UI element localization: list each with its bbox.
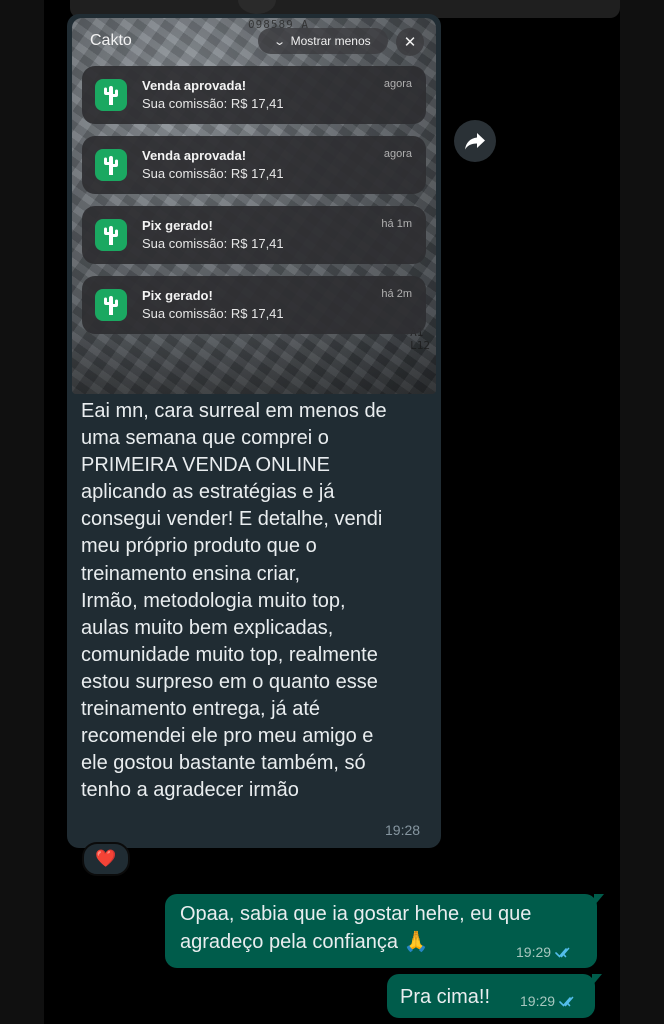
notification-time: agora bbox=[383, 148, 412, 160]
notification-body: Sua comissão: R$ 17,41 bbox=[142, 166, 284, 181]
heart-icon: ❤️ bbox=[95, 849, 117, 868]
reaction-badge[interactable]: ❤️ bbox=[82, 842, 130, 876]
chevron-down-icon: ⌄ bbox=[273, 35, 287, 48]
cactus-icon bbox=[95, 289, 127, 321]
forward-button[interactable] bbox=[454, 120, 496, 162]
notification-body: Sua comissão: R$ 17,41 bbox=[142, 96, 284, 111]
incoming-message-text: Eai mn, cara surreal em menos de uma sem… bbox=[81, 400, 387, 802]
bubble-tail bbox=[594, 894, 604, 906]
message-status: 19:29 bbox=[516, 944, 573, 960]
cactus-icon bbox=[95, 79, 127, 111]
message-timestamp: 19:29 bbox=[516, 944, 552, 960]
notification-time: agora bbox=[383, 78, 412, 90]
notification-card: Pix gerado! Sua comissão: R$ 17,41 há 1m bbox=[82, 206, 426, 264]
cactus-icon bbox=[95, 149, 127, 181]
show-less-button: ⌄ Mostrar menos bbox=[258, 28, 388, 54]
bubble-tail bbox=[592, 974, 602, 986]
notification-body: Sua comissão: R$ 17,41 bbox=[142, 306, 284, 321]
left-edge bbox=[0, 0, 44, 1024]
notification-card: Venda aprovada! Sua comissão: R$ 17,41 a… bbox=[82, 66, 426, 124]
show-less-label: Mostrar menos bbox=[290, 34, 371, 48]
notification-title: Pix gerado! bbox=[142, 218, 213, 233]
double-check-icon bbox=[555, 947, 570, 958]
notification-app-name: Cakto bbox=[90, 32, 132, 49]
close-icon: ✕ bbox=[396, 28, 424, 56]
notification-time: há 2m bbox=[381, 288, 412, 300]
message-timestamp: 19:28 bbox=[385, 822, 421, 838]
forward-icon bbox=[465, 133, 485, 150]
notification-body: Sua comissão: R$ 17,41 bbox=[142, 236, 284, 251]
outgoing-message-text: Pra cima!! bbox=[400, 986, 491, 1008]
notification-card: Pix gerado! Sua comissão: R$ 17,41 há 2m bbox=[82, 276, 426, 334]
notification-time: há 1m bbox=[381, 218, 412, 230]
banknote-background bbox=[72, 324, 436, 394]
notification-title: Venda aprovada! bbox=[142, 78, 247, 93]
notification-card: Venda aprovada! Sua comissão: R$ 17,41 a… bbox=[82, 136, 426, 194]
message-timestamp: 19:29 bbox=[520, 993, 556, 1009]
avatar bbox=[238, 0, 276, 14]
right-edge bbox=[620, 0, 664, 1024]
message-status: 19:29 bbox=[520, 993, 577, 1009]
notification-title: Venda aprovada! bbox=[142, 148, 247, 163]
double-check-icon bbox=[559, 996, 574, 1007]
cactus-icon bbox=[95, 219, 127, 251]
notification-screenshot-image[interactable]: 098589 A A1 L12 Cakto ⌄ Mostrar menos ✕ … bbox=[72, 18, 436, 394]
notification-title: Pix gerado! bbox=[142, 288, 213, 303]
